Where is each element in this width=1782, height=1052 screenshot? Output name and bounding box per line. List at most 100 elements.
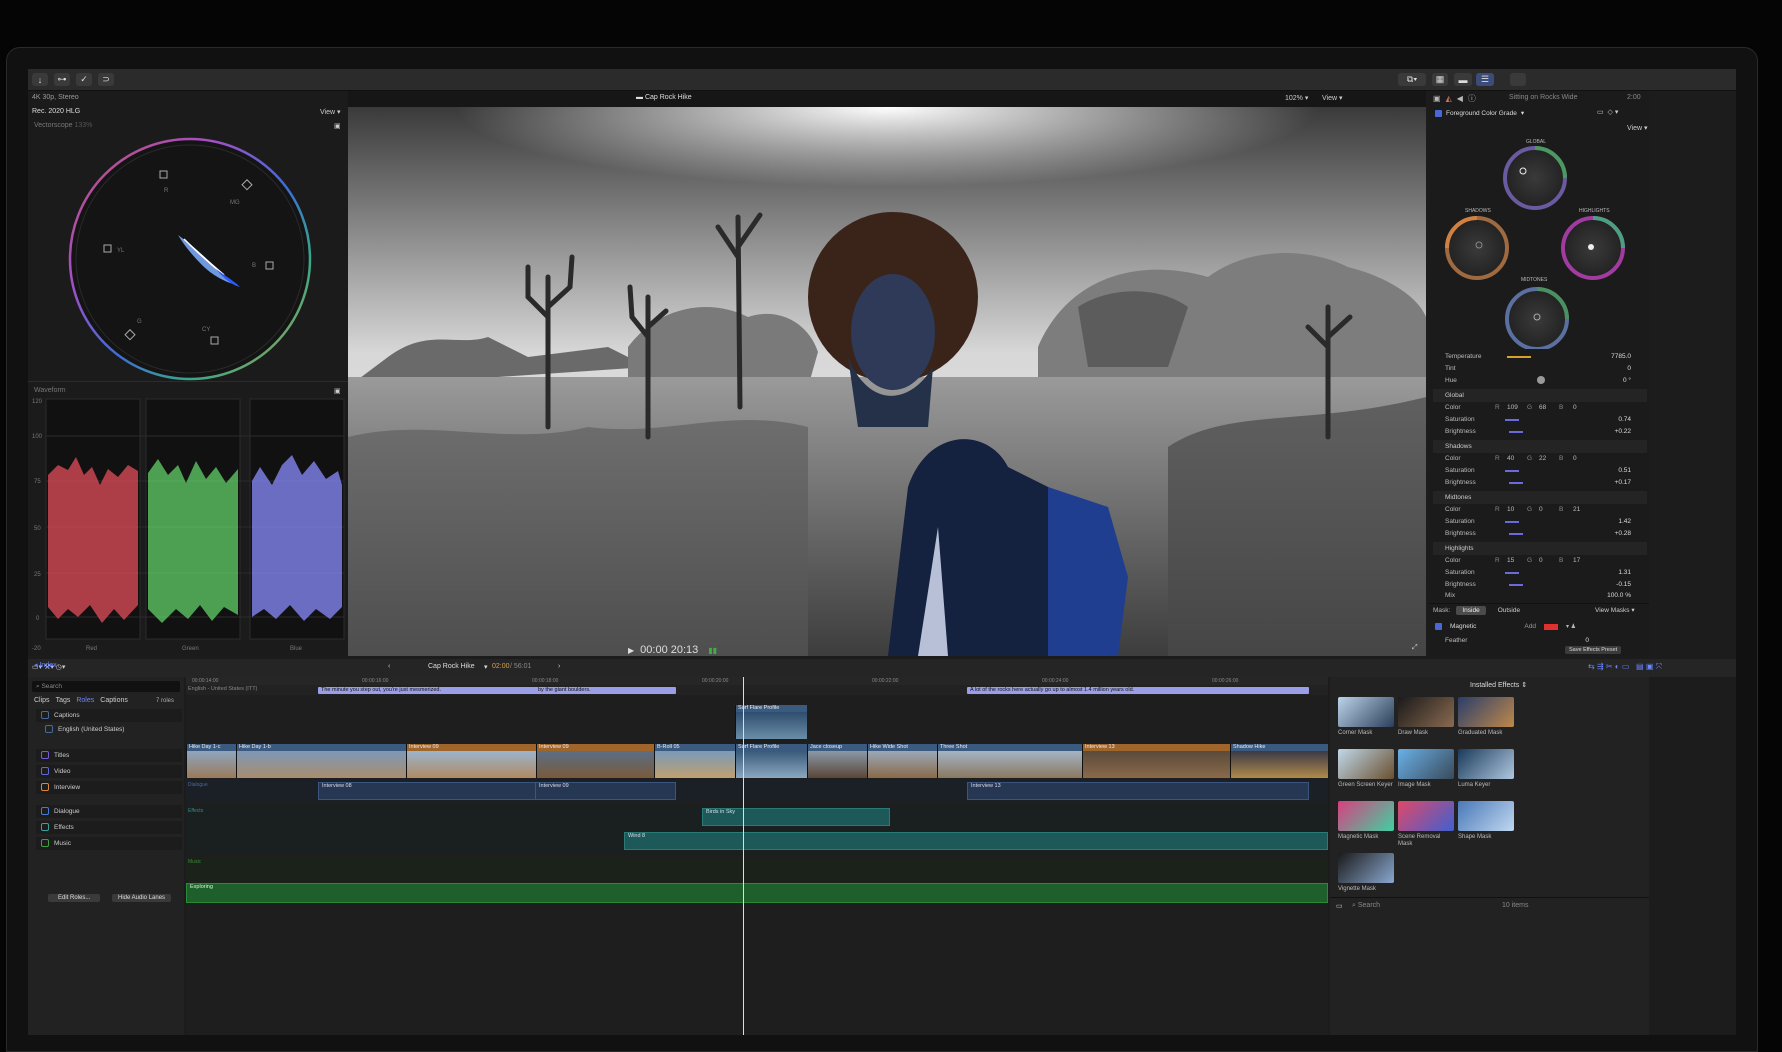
index-search-input[interactable]: ⌕ Search — [32, 681, 180, 692]
mask-person-icon[interactable]: ▾ ♟ — [1566, 623, 1576, 630]
mix-param[interactable]: Mix 100.0 % — [1429, 589, 1649, 602]
effect-item[interactable]: Shape Mask — [1458, 801, 1516, 841]
caption-clip[interactable]: The minute you step out, you're just mes… — [318, 687, 544, 694]
role-titles[interactable]: Titles — [36, 749, 182, 762]
primary-clip[interactable]: Jace closeup — [807, 744, 867, 778]
brightness-param[interactable]: Brightness +0.22 — [1429, 425, 1649, 438]
effects-clip[interactable]: Birds in Sky — [702, 808, 890, 826]
edit-roles-button[interactable]: Edit Roles... — [48, 894, 101, 902]
tab-captions[interactable]: Captions — [100, 697, 128, 704]
role-music[interactable]: Music — [36, 837, 182, 850]
primary-clip[interactable]: Hike Day 1-c — [186, 744, 236, 778]
connected-clip[interactable]: Surf Flare Profile — [735, 705, 807, 739]
keyword-icon[interactable]: ⊶ — [54, 73, 70, 86]
tab-clips[interactable]: Clips — [34, 697, 50, 704]
effect-item[interactable]: Luma Keyer — [1458, 749, 1516, 789]
audio-clip[interactable]: Interview 13 — [967, 782, 1309, 800]
primary-clip[interactable]: Interview 09 — [406, 744, 536, 778]
effect-item[interactable]: Image Mask — [1398, 749, 1456, 789]
forward-icon[interactable]: › — [558, 663, 560, 670]
svg-text:CY: CY — [202, 327, 210, 333]
role-dialogue[interactable]: Dialogue — [36, 805, 182, 818]
role-english-united-states-[interactable]: English (United States) — [36, 723, 182, 736]
role-interview[interactable]: Interview — [36, 781, 182, 794]
effect-item[interactable]: Graduated Mask — [1458, 697, 1516, 737]
grid-icon[interactable]: ▦ — [1432, 73, 1448, 86]
index-toggle[interactable]: ◂ Index — [34, 661, 57, 669]
timeline-ruler[interactable]: 00:00:14:00 00:00:16:00 00:00:18:00 00:00:2… — [186, 677, 1328, 685]
import-icon[interactable]: ↓ — [32, 73, 48, 86]
primary-clip[interactable]: Three Shot — [937, 744, 1082, 778]
caption-clip[interactable]: by the giant boulders. — [535, 687, 676, 694]
inspector-view-menu[interactable]: View ▾ — [1627, 124, 1648, 132]
timeline-index: ◂ Index ⌕ Search Clips Tags Roles Captio… — [28, 662, 184, 1035]
scope-settings-icon[interactable]: ▣ — [334, 122, 341, 130]
tab-roles[interactable]: Roles — [76, 697, 94, 704]
effects-category-menu[interactable]: Installed Effects ⇕ — [1470, 681, 1527, 689]
browser-search-input[interactable]: ⌕ Search — [1352, 902, 1380, 910]
play-icon[interactable]: ▶ — [628, 646, 634, 655]
primary-clip[interactable]: B-Roll 05 — [654, 744, 735, 778]
primary-clip[interactable]: Interview 13 — [1082, 744, 1230, 778]
effect-selector[interactable]: Foreground Color Grade ▾ — [1435, 109, 1524, 117]
fullscreen-icon[interactable]: ⤢ — [1412, 644, 1418, 652]
effect-item[interactable]: Corner Mask — [1338, 697, 1396, 737]
zoom-menu[interactable]: 102% ▾ — [1285, 94, 1308, 102]
magnetic-enable-checkbox[interactable] — [1435, 623, 1442, 630]
info-inspector-icon[interactable]: ⓘ — [1468, 93, 1476, 104]
effect-enable-checkbox[interactable] — [1435, 109, 1442, 117]
back-icon[interactable]: ‹ — [388, 663, 390, 670]
mask-inside-button[interactable]: Inside — [1456, 606, 1486, 615]
audio-inspector-icon[interactable]: ◀ — [1457, 94, 1463, 103]
role-captions[interactable]: Captions — [36, 709, 182, 722]
video-frame — [348, 107, 1426, 656]
primary-clip[interactable]: Shadow Hike — [1230, 744, 1328, 778]
brightness-param[interactable]: Brightness +0.28 — [1429, 527, 1649, 540]
browser-sidebar-icon[interactable]: ▭ — [1336, 902, 1343, 910]
audio-clip[interactable]: Interview 09 — [535, 782, 676, 800]
primary-clip[interactable]: Interview 09 — [536, 744, 654, 778]
role-video[interactable]: Video — [36, 765, 182, 778]
effect-item[interactable]: Vignette Mask — [1338, 853, 1396, 893]
viewer-view-menu[interactable]: View ▾ — [1322, 94, 1343, 102]
playhead[interactable] — [743, 677, 744, 1035]
video-inspector-icon[interactable]: ▣ — [1433, 94, 1441, 103]
tab-tags[interactable]: Tags — [56, 697, 71, 704]
waveform-label: Waveform — [34, 387, 66, 394]
tag-icon[interactable]: ⊃ — [98, 73, 114, 86]
timeline-toggle-icon[interactable]: ▬ — [1454, 73, 1472, 86]
brightness-param[interactable]: Brightness +0.17 — [1429, 476, 1649, 489]
svg-text:B: B — [252, 263, 256, 269]
primary-clip[interactable]: Hike Day 1-b — [236, 744, 406, 778]
caption-clip[interactable]: A lot of the rocks here actually go up t… — [967, 687, 1309, 694]
hide-audio-lanes-button[interactable]: Hide Audio Lanes — [112, 894, 172, 902]
waveform-settings-icon[interactable]: ▣ — [334, 387, 341, 395]
hue-param[interactable]: Hue 0 ° — [1429, 374, 1649, 387]
effect-item[interactable]: Green Screen Keyer — [1338, 749, 1396, 789]
effect-icons[interactable]: ▭ ◇ ▾ — [1597, 108, 1618, 116]
music-clip[interactable]: Exploring — [186, 883, 1328, 903]
effect-item[interactable]: Scene Removal Mask — [1398, 801, 1456, 848]
share-icon[interactable] — [1510, 73, 1526, 86]
primary-clip[interactable]: Surf Flare Profile — [735, 744, 807, 778]
magnetic-mask-row[interactable]: Magnetic Add ▾ ♟ — [1435, 623, 1645, 630]
save-effects-preset-button[interactable]: Save Effects Preset — [1565, 646, 1622, 654]
view-masks-menu[interactable]: View Masks ▾ — [1595, 606, 1635, 614]
mask-add-menu[interactable]: Add — [1524, 623, 1536, 630]
inspector-toggle-icon[interactable]: ☰ — [1476, 73, 1494, 86]
mask-color-swatch[interactable] — [1543, 623, 1558, 630]
primary-clip[interactable]: Hike Wide Shot — [867, 744, 937, 778]
transform-icon[interactable]: ⧉▾ — [1398, 73, 1426, 86]
scopes-view-menu[interactable]: View ▾ — [320, 108, 341, 116]
project-duration-arrow[interactable]: ▾ — [484, 663, 488, 671]
effect-item[interactable]: Draw Mask — [1398, 697, 1456, 737]
mask-outside-button[interactable]: Outside — [1492, 606, 1526, 615]
effects-clip[interactable]: Wind 8 — [624, 832, 1328, 850]
color-inspector-icon[interactable]: ◭ — [1446, 94, 1452, 103]
svg-text:YL: YL — [117, 248, 125, 254]
check-icon[interactable]: ✓ — [76, 73, 92, 86]
role-effects[interactable]: Effects — [36, 821, 182, 834]
effect-item[interactable]: Magnetic Mask — [1338, 801, 1396, 841]
project-name: Cap Rock Hike — [428, 663, 475, 670]
timeline-view-icons[interactable]: ⇆ ⇶ ✂ ◐ ▭ ▤ ▣ ⤧ — [1588, 662, 1662, 672]
